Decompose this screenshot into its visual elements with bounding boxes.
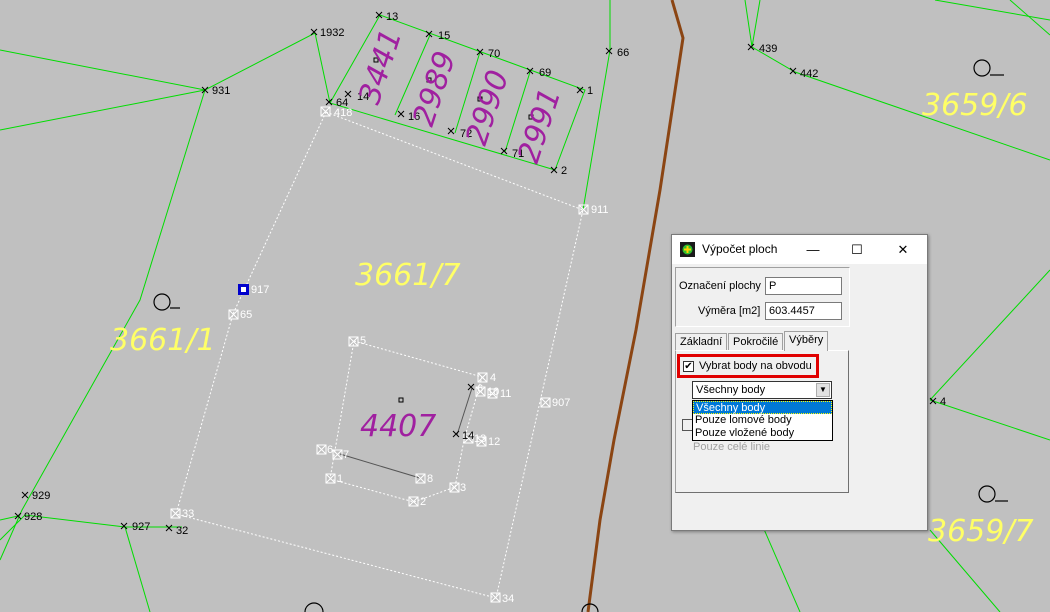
pt-14b-label: 14: [462, 430, 474, 442]
pt-3-label: 3: [460, 482, 466, 494]
area-value-input[interactable]: 603.4457: [765, 302, 842, 320]
pt-5-label: 5: [360, 335, 366, 347]
chevron-down-icon[interactable]: ▼: [816, 383, 830, 397]
pt-6-label: 6: [477, 383, 483, 395]
option-inserted-points[interactable]: Pouze vložené body: [693, 427, 832, 440]
parcel-3661-7: 3661/7: [355, 258, 461, 293]
parcel-3659-6: 3659/6: [922, 88, 1028, 123]
pt-6b-label: 6: [327, 444, 333, 456]
pt-4c-label: 4: [940, 396, 946, 408]
pt-928-label: 928: [24, 511, 42, 523]
pt-2b-label: 2: [420, 496, 426, 508]
pt-66-label: 66: [617, 47, 629, 59]
pt-10-label: 10: [487, 386, 499, 398]
area-name-input[interactable]: P: [765, 277, 842, 295]
pt-418-label: 418: [334, 107, 352, 119]
pt-15-label: 15: [438, 30, 450, 42]
pt-32-label: 32: [176, 525, 188, 537]
pt-907-label: 907: [552, 397, 570, 409]
dialog-titlebar[interactable]: Výpočet ploch — ☐ ✕: [672, 235, 927, 264]
option-break-points[interactable]: Pouze lomové body: [693, 414, 832, 427]
minimize-icon: —: [806, 242, 820, 257]
area-name-label: Označení plochy: [679, 280, 761, 292]
select-points-checkbox[interactable]: ✔: [683, 361, 694, 372]
points-filter-select[interactable]: Všechny body ▼: [692, 381, 832, 399]
pt-2-label: 2: [561, 165, 567, 177]
area-value-label: Výměra [m2]: [698, 305, 761, 317]
parcel-3661-1: 3661/1: [110, 323, 216, 358]
parcel-3659-7: 3659/7: [928, 514, 1034, 549]
pt-12-label: 12: [488, 436, 500, 448]
pt-70-label: 70: [488, 48, 500, 60]
building-4407: 4407: [360, 409, 436, 444]
calculator-icon: [680, 242, 695, 257]
obscured-checkbox[interactable]: [682, 419, 692, 431]
close-icon: ✕: [897, 242, 909, 257]
close-button[interactable]: ✕: [881, 235, 925, 264]
pt-917-label: 917: [251, 284, 269, 296]
pt-8-label: 8: [427, 473, 433, 485]
pt-911-label: 911: [591, 204, 609, 216]
pt-11-label: 11: [500, 388, 511, 400]
dialog-title: Výpočet ploch: [702, 242, 778, 256]
points-filter-dropdown[interactable]: Všechny body Pouze lomové body Pouze vlo…: [692, 400, 833, 441]
pt-929-label: 929: [32, 490, 50, 502]
tab-pokrocile[interactable]: Pokročilé: [728, 333, 784, 350]
pt-4-label: 4: [490, 372, 496, 384]
pt-34-label: 34: [502, 593, 514, 605]
pt-33-label: 33: [182, 508, 194, 520]
pt-7-label: 7: [343, 449, 349, 461]
pt-13b-label: 13: [474, 433, 486, 445]
pt-65-label: 65: [240, 309, 252, 321]
pt-439-label: 439: [759, 43, 777, 55]
pt-927-label: 927: [132, 521, 150, 533]
whole-lines-option-disabled: Pouze celé linie: [693, 441, 771, 453]
pt-931-label: 931: [212, 85, 230, 97]
pt-69-label: 69: [539, 67, 551, 79]
maximize-button[interactable]: ☐: [835, 235, 879, 264]
pt-1b-label: 1: [337, 473, 343, 485]
select-points-label: Vybrat body na obvodu: [699, 360, 812, 372]
pt-1932-label: 1932: [320, 27, 344, 39]
tab-vybery[interactable]: Výběry: [784, 331, 829, 351]
pt-1-label: 1: [587, 85, 593, 97]
option-all-points[interactable]: Všechny body: [693, 401, 832, 414]
points-filter-value: Všechny body: [696, 384, 766, 396]
tab-zakladni[interactable]: Základní: [675, 333, 728, 350]
maximize-icon: ☐: [851, 242, 863, 257]
minimize-button[interactable]: —: [791, 235, 835, 264]
pt-13-label: 13: [386, 11, 398, 23]
pt-442-label: 442: [800, 68, 818, 80]
active-point-917[interactable]: [238, 284, 249, 295]
